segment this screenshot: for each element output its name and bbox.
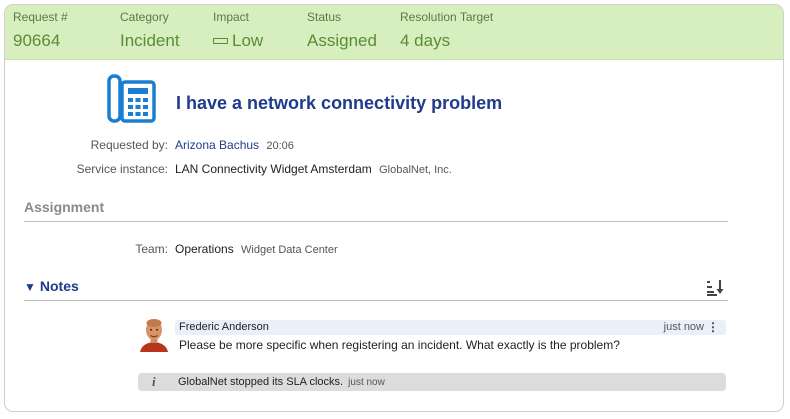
note-text: Please be more specific when registering… (179, 338, 620, 352)
collapse-triangle-icon[interactable]: ▼ (24, 280, 36, 294)
resolution-target-value: 4 days (400, 31, 451, 50)
system-message-text: GlobalNet stopped its SLA clocks. (178, 376, 344, 388)
request-panel: Request # 90664 Category Incident Impact… (4, 4, 784, 412)
impact-value: Low (232, 31, 264, 50)
team-value-wrap: Operations Widget Data Center (175, 242, 338, 256)
notes-section-header[interactable]: ▼ Notes (24, 278, 728, 301)
team-label: Team: (135, 242, 168, 256)
request-summary-bar: Request # 90664 Category Incident Impact… (5, 5, 783, 60)
notes-heading[interactable]: Notes (40, 278, 79, 294)
phone-icon (107, 74, 156, 123)
note-header: Frederic Anderson just now ⋮ (175, 320, 726, 335)
requested-by-value: Arizona Bachus 20:06 (175, 138, 294, 152)
assignment-section-header: Assignment (24, 199, 728, 222)
note-time: just now (663, 321, 704, 333)
category-value: Incident (120, 31, 180, 50)
service-instance-org: GlobalNet, Inc. (379, 164, 452, 176)
system-message: i GlobalNet stopped its SLA clocks. just… (138, 373, 726, 391)
team-sub: Widget Data Center (241, 244, 338, 256)
more-vertical-icon[interactable]: ⋮ (707, 320, 719, 334)
note-author: Frederic Anderson (179, 321, 269, 333)
requester-link[interactable]: Arizona Bachus (175, 138, 259, 152)
status-value: Assigned (307, 31, 377, 50)
service-instance-value: LAN Connectivity Widget Amsterdam (175, 162, 372, 176)
system-message-time: just now (348, 377, 385, 388)
info-icon: i (152, 374, 156, 389)
resolution-target-label: Resolution Target (400, 10, 494, 24)
service-instance-value-wrap: LAN Connectivity Widget Amsterdam Global… (175, 162, 452, 176)
request-number-value: 90664 (13, 31, 61, 50)
category-label: Category (120, 10, 169, 24)
impact-value-wrap: Low (213, 31, 263, 51)
request-number-label: Request # (13, 10, 68, 24)
avatar (138, 318, 170, 352)
requested-by-label: Requested by: (90, 138, 168, 152)
requested-time: 20:06 (266, 140, 294, 152)
assignment-heading: Assignment (24, 199, 105, 215)
status-label: Status (307, 10, 342, 24)
request-title: I have a network connectivity problem (176, 93, 503, 113)
impact-level-icon (213, 37, 228, 44)
team-value: Operations (175, 242, 234, 256)
service-instance-label: Service instance: (76, 162, 168, 176)
impact-label: Impact (213, 10, 250, 24)
system-message-text-wrap: GlobalNet stopped its SLA clocks. just n… (178, 376, 385, 388)
sort-descending-icon[interactable] (706, 279, 724, 297)
